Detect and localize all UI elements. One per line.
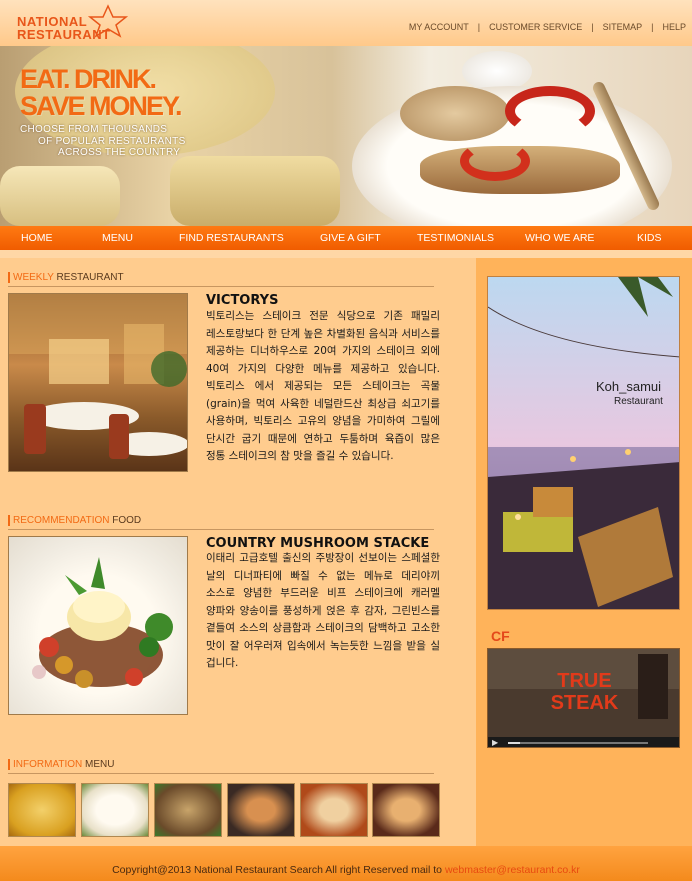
pepper-image	[460, 141, 530, 181]
weekly-heading: WEEKLY RESTAURANT	[8, 272, 124, 283]
nav-menu[interactable]: MENU	[102, 232, 133, 244]
info-heading: INFORMATION MENU	[8, 759, 115, 770]
restaurant-interior-illustration	[9, 294, 187, 459]
menu-thumbnail-3[interactable]	[154, 783, 222, 837]
link-separator: |	[591, 22, 594, 32]
weekly-restaurant-title[interactable]: VICTORYS	[206, 293, 278, 308]
recommend-heading-rest: FOOD	[112, 515, 142, 526]
nav-testimonials[interactable]: TESTIMONIALS	[417, 232, 494, 244]
nav-home[interactable]: HOME	[21, 232, 53, 244]
video-caption-line2: STEAK	[550, 692, 619, 714]
cheese-image	[170, 156, 340, 226]
hero-subline-2: OF POPULAR RESTAURANTS	[38, 136, 186, 147]
divider	[8, 286, 434, 287]
cheese-image	[0, 166, 120, 226]
info-heading-rest: MENU	[85, 759, 115, 770]
my-account-link[interactable]: MY ACCOUNT	[409, 22, 469, 32]
bun-image	[400, 86, 510, 141]
nav-kids[interactable]: KIDS	[637, 232, 662, 244]
info-menu-thumbnails	[8, 783, 440, 837]
video-caption-line1: TRUE	[557, 670, 612, 692]
hero-slogan-line2: SAVE MONEY.	[20, 91, 183, 121]
menu-thumbnail-2[interactable]	[81, 783, 149, 837]
recommend-food-photo[interactable]	[8, 536, 188, 715]
sitemap-link[interactable]: SITEMAP	[603, 22, 643, 32]
ad-title: Koh_samui	[596, 379, 662, 394]
nav-find-restaurants[interactable]: FIND RESTAURANTS	[179, 232, 284, 244]
help-link[interactable]: HELP	[662, 22, 686, 32]
link-separator: |	[651, 22, 654, 32]
hero-banner: EAT. DRINK. SAVE MONEY. CHOOSE FROM THOU…	[0, 46, 692, 226]
play-icon[interactable]: ▶	[492, 738, 498, 747]
hero-subline-3: ACROSS THE COUNTRY	[58, 147, 181, 158]
footer-text: Copyright@2013 National Restaurant Searc…	[0, 864, 692, 876]
menu-thumbnail-1[interactable]	[8, 783, 76, 837]
ad-subtitle: Restaurant	[614, 396, 663, 407]
nav-underline	[0, 250, 692, 258]
recommend-heading: RECOMMENDATION FOOD	[8, 515, 141, 526]
top-bar: NATIONAL RESTAURANT MY ACCOUNT | CUSTOME…	[0, 0, 692, 46]
link-separator: |	[477, 22, 481, 32]
footer: Copyright@2013 National Restaurant Searc…	[0, 846, 692, 881]
menu-thumbnail-4[interactable]	[227, 783, 295, 837]
logo-text-restaurant: RESTAURANT	[17, 27, 111, 42]
nav-give-a-gift[interactable]: GIVE A GIFT	[320, 232, 381, 244]
weekly-restaurant-description: 빅토리스는 스테이크 전문 식당으로 기존 패밀리 레스토랑보다 한 단계 높은…	[206, 310, 440, 462]
weekly-heading-rest: RESTAURANT	[56, 272, 124, 283]
nav-who-we-are[interactable]: WHO WE ARE	[525, 232, 594, 244]
beach-restaurant-illustration	[488, 277, 679, 609]
copyright-text: Copyright@2013 National Restaurant Searc…	[112, 864, 443, 876]
main-content: WEEKLY RESTAURANT VICTORYS 빅토리스는 스테이크 전문…	[0, 258, 476, 846]
hero-subline-1: CHOOSE FROM THOUSANDS	[20, 124, 168, 135]
recommend-food-description: 이태리 고급호텔 출신의 주방장이 선보이는 스페셜한 날의 디너파티에 빠질 …	[206, 552, 440, 669]
cf-heading: CF	[491, 628, 510, 644]
sauce-cup-image	[462, 51, 532, 91]
weekly-heading-highlight: WEEKLY	[13, 272, 54, 283]
koh-samui-ad-banner[interactable]: Koh_samui Restaurant	[487, 276, 680, 610]
cf-video-player[interactable]: TRUE STEAK ▶	[487, 648, 680, 748]
divider	[8, 773, 434, 774]
sidebar: Koh_samui Restaurant CF TRUE STEAK ▶	[476, 258, 692, 846]
recommend-food-title[interactable]: COUNTRY MUSHROOM STACKE	[206, 536, 429, 551]
divider	[8, 529, 434, 530]
menu-thumbnail-6[interactable]	[372, 783, 440, 837]
menu-thumbnail-5[interactable]	[300, 783, 368, 837]
pepper-image	[505, 86, 595, 136]
utility-links: MY ACCOUNT | CUSTOMER SERVICE | SITEMAP …	[409, 22, 686, 32]
recommend-heading-highlight: RECOMMENDATION	[13, 515, 110, 526]
steak-dish-illustration	[32, 557, 173, 688]
main-nav: HOME MENU FIND RESTAURANTS GIVE A GIFT T…	[0, 226, 692, 250]
weekly-restaurant-photo[interactable]	[8, 293, 188, 472]
site-logo[interactable]: NATIONAL RESTAURANT	[14, 4, 132, 44]
customer-service-link[interactable]: CUSTOMER SERVICE	[489, 22, 582, 32]
webmaster-email-link[interactable]: webmaster@restaurant.co.kr	[445, 864, 580, 876]
info-heading-highlight: INFORMATION	[13, 759, 83, 770]
